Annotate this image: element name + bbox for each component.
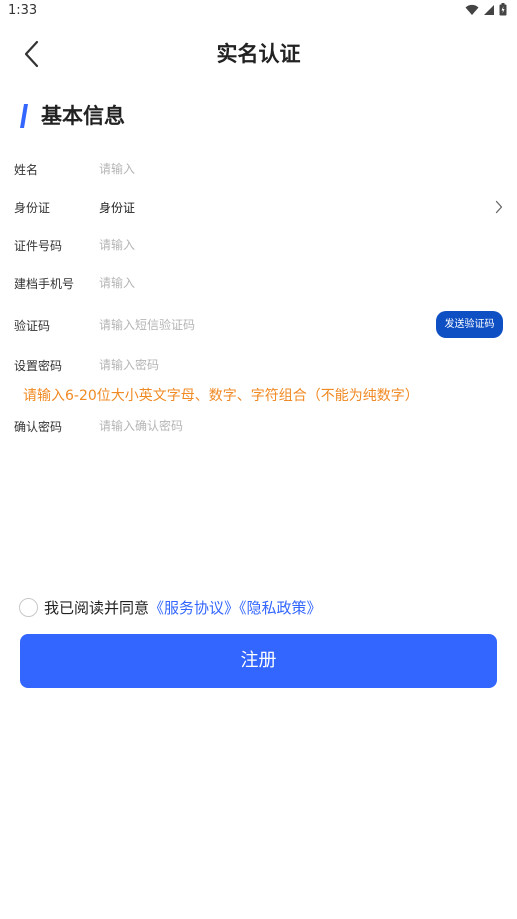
id-type-label: 身份证 xyxy=(14,201,51,215)
agreement-line: 我已阅读并同意《服务协议》《隐私政策》 xyxy=(44,597,322,618)
phone-label: 建档手机号 xyxy=(14,277,75,291)
id-type-select[interactable]: 身份证 xyxy=(99,199,135,216)
password-hint: 请输入6-20位大小英文字母、数字、字符组合（不能为纯数字） xyxy=(23,388,419,404)
code-input[interactable] xyxy=(99,315,419,335)
confirm-password-label: 确认密码 xyxy=(14,420,63,434)
code-label: 验证码 xyxy=(14,319,51,333)
battery-icon xyxy=(499,3,507,16)
password-label: 设置密码 xyxy=(14,359,63,373)
name-input[interactable] xyxy=(99,159,419,179)
status-icons xyxy=(465,3,507,16)
status-time: 1:33 xyxy=(8,3,38,18)
agreement-checkbox[interactable] xyxy=(19,598,38,617)
wifi-icon xyxy=(465,4,479,15)
section-title: 基本信息 xyxy=(41,104,125,128)
confirm-password-input[interactable] xyxy=(99,416,419,436)
service-agreement-link[interactable]: 《服务协议》 xyxy=(149,599,239,617)
agreement-text: 我已阅读并同意 xyxy=(44,599,150,617)
id-number-label: 证件号码 xyxy=(14,239,63,253)
signal-icon xyxy=(484,4,494,15)
register-button[interactable]: 注册 xyxy=(20,634,497,688)
password-input[interactable] xyxy=(99,355,419,375)
chevron-right-icon[interactable] xyxy=(495,200,503,214)
send-code-button[interactable]: 发送验证码 xyxy=(436,311,503,338)
name-label: 姓名 xyxy=(14,163,39,177)
id-number-input[interactable] xyxy=(99,235,419,255)
section-accent-bar xyxy=(20,104,28,128)
phone-input[interactable] xyxy=(99,273,419,293)
privacy-policy-link[interactable]: 《隐私政策》 xyxy=(239,599,322,617)
page-title: 实名认证 xyxy=(216,42,301,66)
